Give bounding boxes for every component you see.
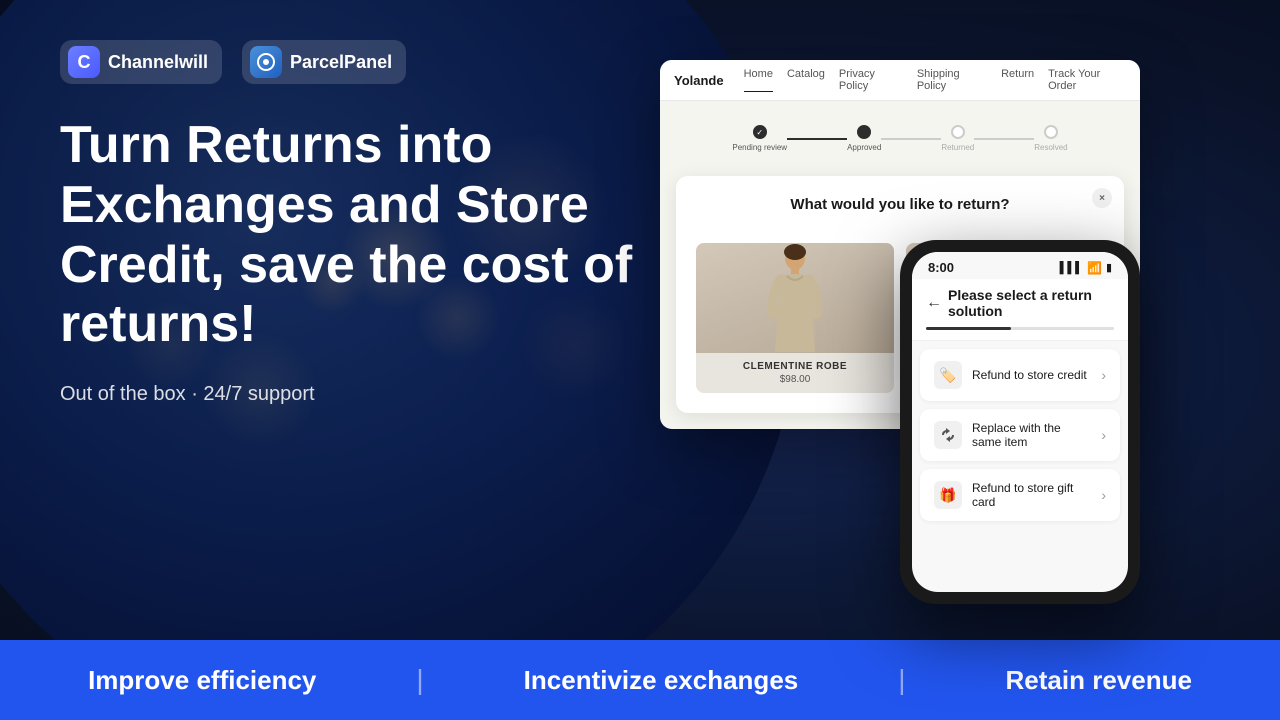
wifi-icon: 📶 — [1087, 261, 1102, 275]
progress-section: ✓ Pending review Approved — [676, 117, 1124, 160]
step-pending-label: Pending review — [732, 143, 787, 152]
channelwill-name: Channelwill — [108, 52, 208, 73]
solution-gift-card[interactable]: 🎁 Refund to store gift card › — [920, 469, 1120, 521]
left-panel: C Channelwill ParcelPanel Turn Returns i… — [60, 40, 640, 610]
solution-arrow-credit: › — [1101, 367, 1106, 383]
store-credit-icon: 🏷️ — [934, 361, 962, 389]
phone-status-icons: ▌▌▌ 📶 ▮ — [1060, 261, 1112, 275]
step-returned — [951, 125, 965, 139]
browser-nav: Yolande Home Catalog Privacy Policy Ship… — [674, 68, 1126, 92]
signal-icon: ▌▌▌ — [1060, 262, 1083, 274]
hero-headline: Turn Returns into Exchanges and Store Cr… — [60, 116, 640, 355]
phone-mockup: 8:00 ▌▌▌ 📶 ▮ ← Please select a return so… — [900, 240, 1140, 604]
product-card-1: CLEMENTINE ROBE $98.00 — [696, 243, 894, 393]
step-resolved — [1044, 125, 1058, 139]
solution-replace[interactable]: Replace with the same item › — [920, 409, 1120, 461]
right-panel: Yolande Home Catalog Privacy Policy Ship… — [640, 40, 1220, 610]
product-person-1 — [763, 244, 828, 352]
parcelpanel-logo: ParcelPanel — [242, 40, 406, 84]
logo-row: C Channelwill ParcelPanel — [60, 40, 640, 84]
phone-progress-line — [926, 327, 1114, 330]
nav-return[interactable]: Return — [1001, 68, 1034, 92]
solution-arrow-gift: › — [1101, 487, 1106, 503]
product-img-1 — [696, 243, 894, 353]
step-approved — [857, 125, 871, 139]
nav-shipping[interactable]: Shipping Policy — [917, 68, 987, 92]
bottom-banner: Improve efficiency | Incentivize exchang… — [0, 640, 1280, 720]
nav-links: Home Catalog Privacy Policy Shipping Pol… — [744, 68, 1126, 92]
parcelpanel-icon — [250, 46, 282, 78]
solution-text-gift: Refund to store gift card — [972, 481, 1091, 509]
channelwill-logo: C Channelwill — [60, 40, 222, 84]
battery-icon: ▮ — [1106, 261, 1112, 274]
product-info-1: CLEMENTINE ROBE $98.00 — [696, 353, 894, 393]
phone-progress-fill — [926, 327, 1011, 330]
solution-text-credit: Refund to store credit — [972, 368, 1091, 382]
solution-arrow-replace: › — [1101, 427, 1106, 443]
step-resolved-label: Resolved — [1034, 143, 1067, 152]
modal-close-button[interactable]: × — [1092, 188, 1112, 208]
solution-text-replace: Replace with the same item — [972, 421, 1091, 449]
banner-item-2: Incentivize exchanges — [524, 665, 799, 696]
phone-back-row: ← Please select a return solution — [926, 287, 1114, 319]
phone-screen: 8:00 ▌▌▌ 📶 ▮ ← Please select a return so… — [912, 252, 1128, 592]
step-line-3 — [974, 138, 1034, 140]
banner-divider-2: | — [898, 664, 905, 696]
solution-store-credit[interactable]: 🏷️ Refund to store credit › — [920, 349, 1120, 401]
solution-options: 🏷️ Refund to store credit › R — [912, 341, 1128, 537]
channelwill-icon: C — [68, 46, 100, 78]
back-arrow-icon[interactable]: ← — [926, 294, 942, 312]
banner-item-1: Improve efficiency — [88, 665, 316, 696]
gift-card-icon: 🎁 — [934, 481, 962, 509]
site-name: Yolande — [674, 73, 724, 88]
replace-icon — [934, 421, 962, 449]
nav-home[interactable]: Home — [744, 68, 773, 92]
modal-title: What would you like to return? × — [696, 196, 1104, 213]
step-pending: ✓ — [753, 125, 767, 139]
step-approved-label: Approved — [847, 143, 881, 152]
phone-time: 8:00 — [928, 260, 954, 275]
phone-status-bar: 8:00 ▌▌▌ 📶 ▮ — [912, 252, 1128, 279]
phone-header: ← Please select a return solution — [912, 279, 1128, 341]
browser-bar: Yolande Home Catalog Privacy Policy Ship… — [660, 60, 1140, 101]
parcelpanel-name: ParcelPanel — [290, 52, 392, 73]
hero-subtext: Out of the box · 24/7 support — [60, 383, 640, 406]
step-returned-label: Returned — [941, 143, 974, 152]
nav-track[interactable]: Track Your Order — [1048, 68, 1126, 92]
banner-divider-1: | — [416, 664, 423, 696]
product-name-1: CLEMENTINE ROBE — [704, 361, 886, 372]
banner-item-3: Retain revenue — [1006, 665, 1192, 696]
nav-privacy[interactable]: Privacy Policy — [839, 68, 903, 92]
step-line-1 — [787, 138, 847, 140]
product-price-1: $98.00 — [704, 374, 886, 385]
nav-catalog[interactable]: Catalog — [787, 68, 825, 92]
step-line-2 — [881, 138, 941, 140]
phone-header-title: Please select a return solution — [948, 287, 1114, 319]
